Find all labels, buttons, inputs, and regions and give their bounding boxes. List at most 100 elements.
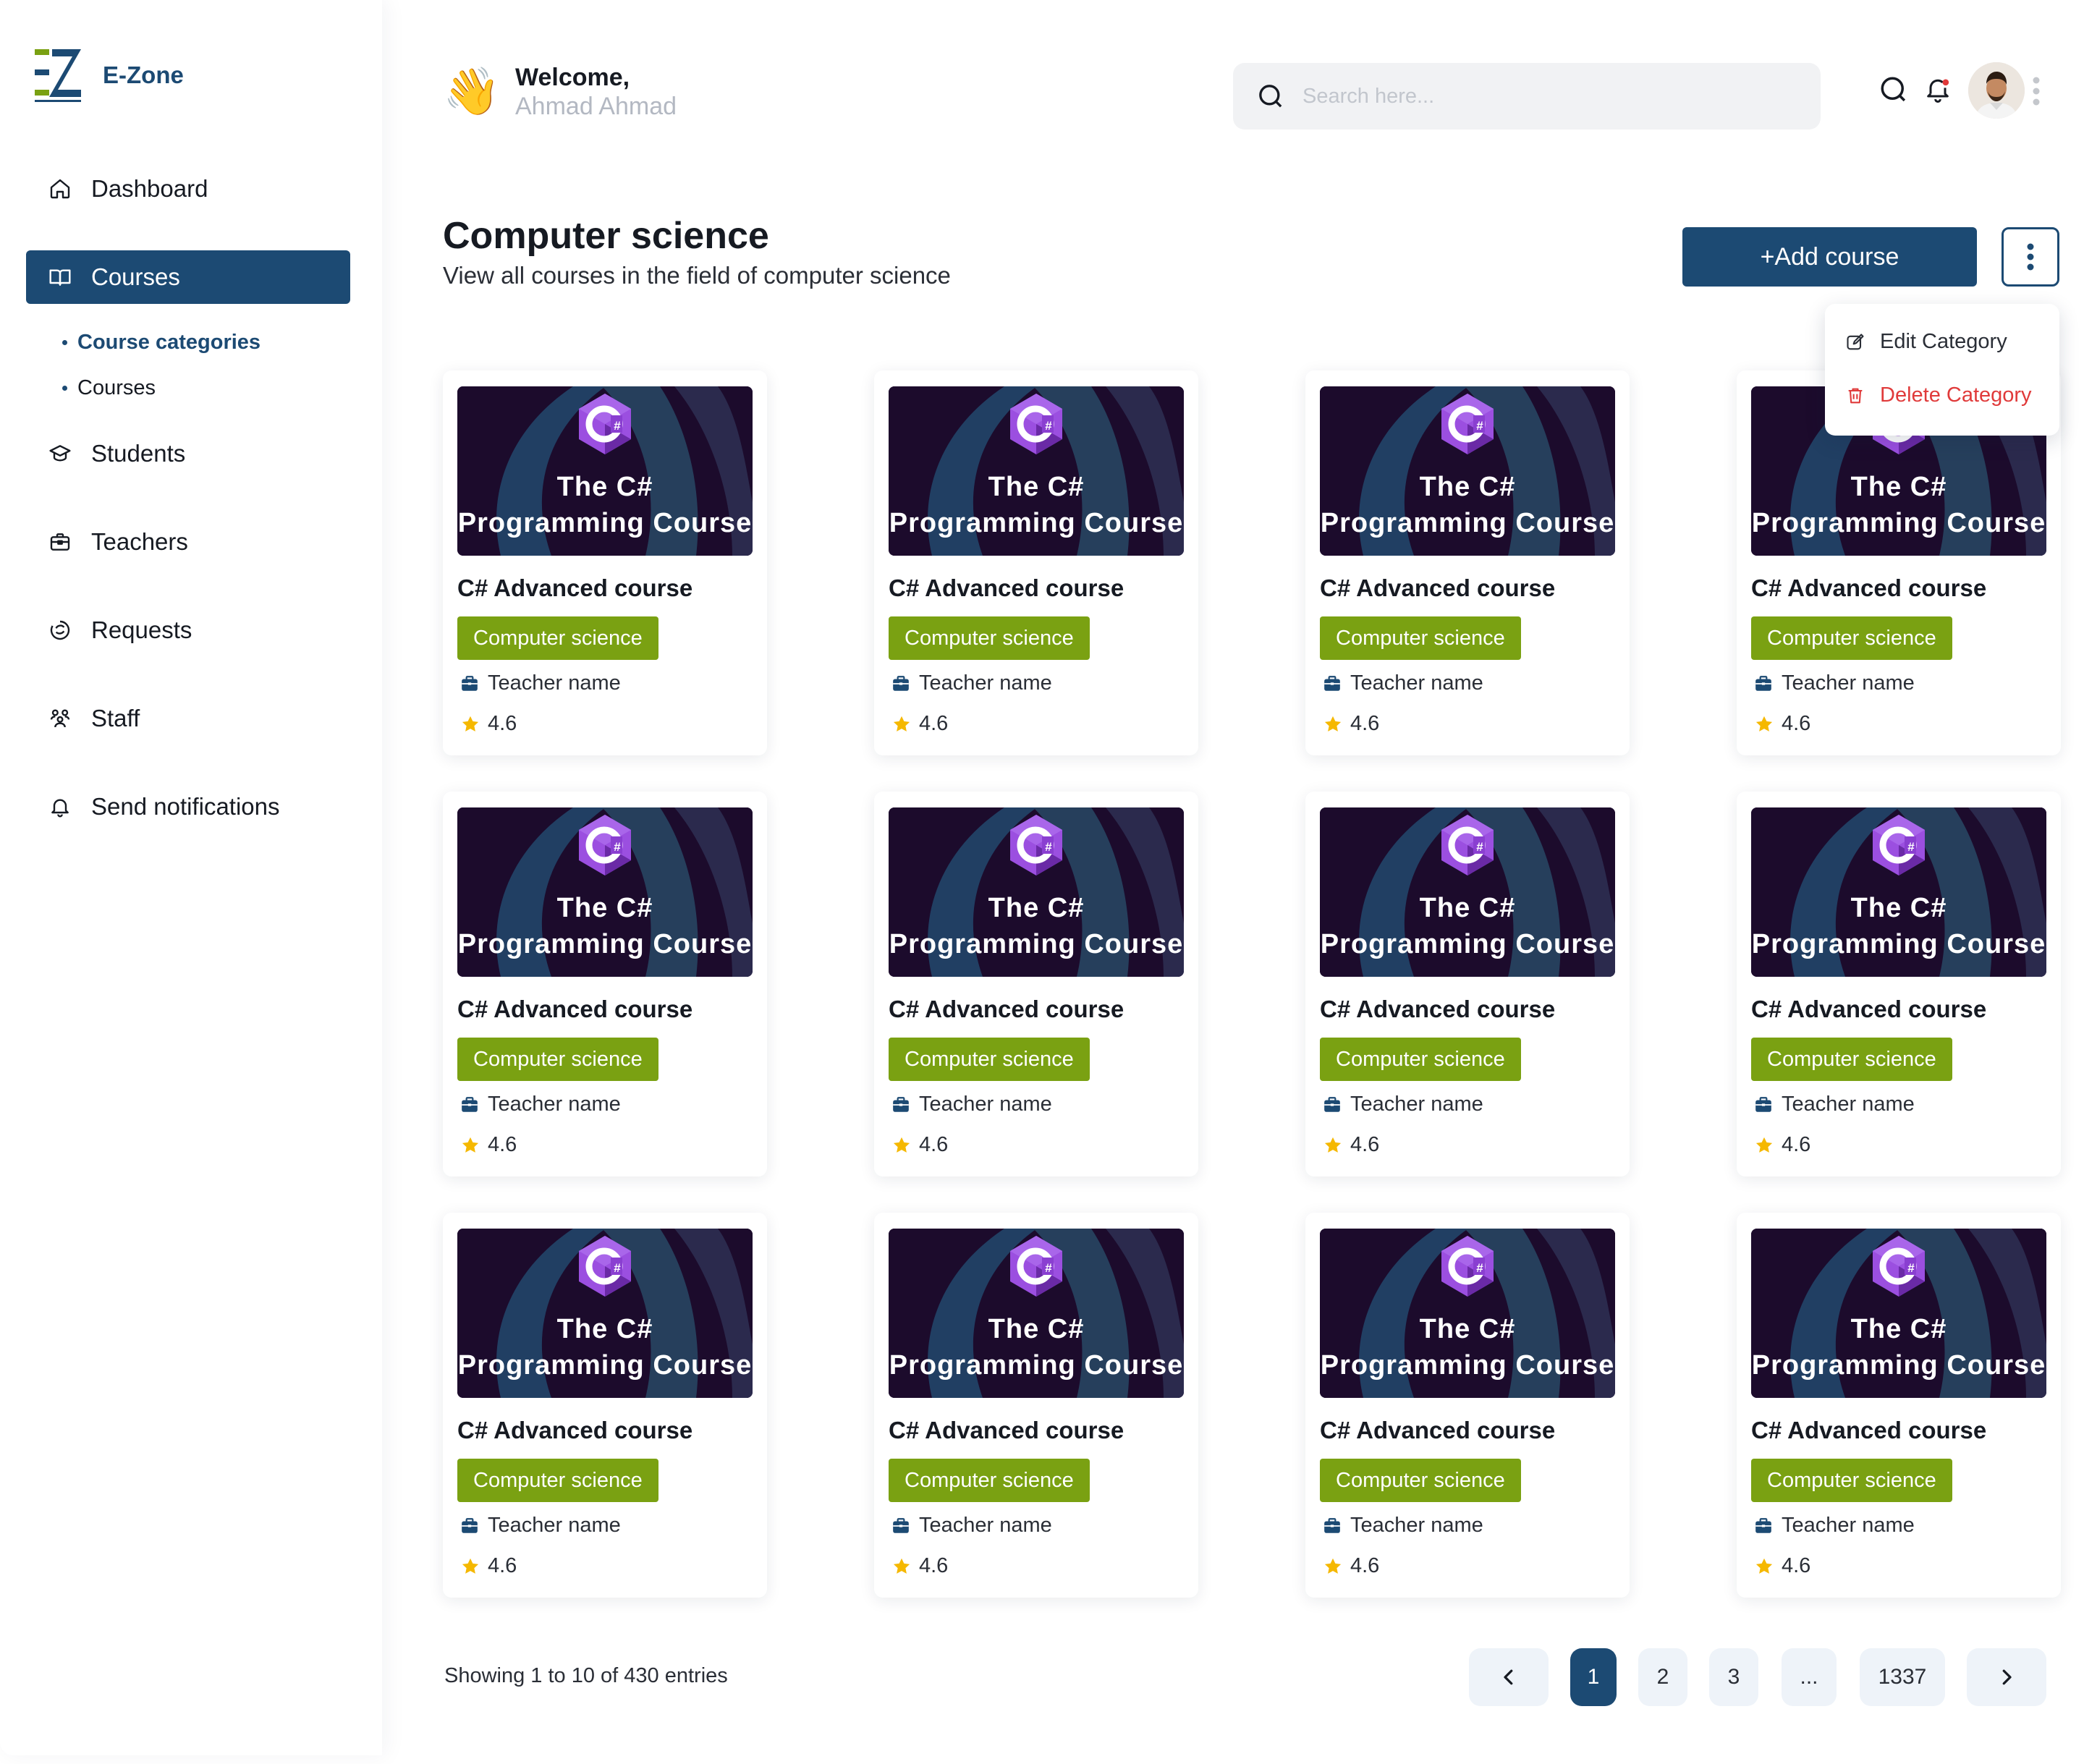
wave-emoji-icon: 👋 [443, 65, 501, 117]
course-title: C# Advanced course [457, 574, 693, 601]
course-card[interactable]: # The C# Programming Course C# Advanced … [874, 1213, 1198, 1598]
course-teacher: Teacher name [460, 671, 621, 695]
course-title: C# Advanced course [889, 996, 1124, 1022]
svg-text:#: # [1907, 840, 1915, 854]
course-thumbnail: # The C# Programming Course [457, 386, 753, 556]
teacher-name: Teacher name [919, 1093, 1052, 1116]
search-icon[interactable] [1878, 75, 1909, 105]
thumbnail-title-line-2: Programming Course [457, 508, 753, 538]
sidebar-subitem-courses[interactable]: Courses [62, 376, 156, 400]
user-name: Ahmad Ahmad [515, 93, 677, 120]
teacher-name: Teacher name [919, 1514, 1052, 1537]
sidebar-item-teachers[interactable]: Teachers [26, 515, 350, 569]
course-card[interactable]: # The C# Programming Course C# Advanced … [1305, 370, 1630, 755]
star-icon [893, 716, 910, 732]
graduation-cap-icon [48, 441, 72, 466]
page-button-3[interactable]: 3 [1709, 1648, 1758, 1706]
star-icon [462, 1137, 479, 1153]
teacher-briefcase-icon [462, 1517, 478, 1533]
kebab-menu-icon [2027, 243, 2034, 271]
page-button-2[interactable]: 2 [1638, 1648, 1687, 1706]
page-button-last[interactable]: 1337 [1860, 1648, 1945, 1706]
teacher-name: Teacher name [1782, 1093, 1915, 1116]
thumbnail-title-line-1: The C# [556, 1314, 653, 1344]
course-card[interactable]: # The C# Programming Course C# Advanced … [1737, 792, 2061, 1176]
course-card[interactable]: # The C# Programming Course C# Advanced … [1305, 1213, 1630, 1598]
svg-text:#: # [1476, 1261, 1483, 1275]
search-input[interactable] [1302, 84, 1795, 109]
sidebar-item-courses[interactable]: Courses [26, 250, 350, 304]
thumbnail-title-line-1: The C# [1419, 1314, 1516, 1344]
sidebar-item-staff[interactable]: Staff [26, 692, 350, 745]
category-badge: Computer science [889, 1459, 1090, 1502]
thumbnail-title-line-1: The C# [1850, 893, 1947, 923]
course-title: C# Advanced course [457, 996, 693, 1022]
course-thumbnail: # The C# Programming Course [1751, 1229, 2046, 1398]
add-course-button[interactable]: +Add course [1682, 227, 1977, 287]
previous-page-button[interactable] [1469, 1648, 1549, 1706]
course-rating: 4.6 [1323, 712, 1379, 736]
teacher-briefcase-icon [1324, 1517, 1340, 1533]
category-badge: Computer science [1751, 1038, 1952, 1081]
sidebar-item-label: Staff [91, 705, 140, 732]
bell-icon [48, 794, 72, 819]
course-title: C# Advanced course [889, 574, 1124, 601]
avatar-image [1968, 62, 2025, 119]
sidebar-item-requests[interactable]: Requests [26, 603, 350, 657]
sidebar-subitem-label: Courses [77, 376, 156, 399]
entries-summary: Showing 1 to 10 of 430 entries [444, 1664, 728, 1687]
sidebar-item-send-notifications[interactable]: Send notifications [26, 780, 350, 834]
course-card[interactable]: # The C# Programming Course C# Advanced … [1737, 1213, 2061, 1598]
course-card[interactable]: # The C# Programming Course C# Advanced … [1305, 792, 1630, 1176]
course-thumbnail: # The C# Programming Course [457, 807, 753, 977]
book-open-icon [48, 265, 72, 289]
svg-text:#: # [614, 419, 621, 433]
brand[interactable]: E-Zone [33, 45, 184, 106]
course-card[interactable]: # The C# Programming Course C# Advanced … [443, 1213, 767, 1598]
sidebar-item-dashboard[interactable]: Dashboard [26, 162, 350, 216]
course-card[interactable]: # The C# Programming Course C# Advanced … [443, 370, 767, 755]
thumbnail-title-line-2: Programming Course [889, 508, 1184, 538]
course-rating: 4.6 [891, 1133, 948, 1157]
thumbnail-title-line-2: Programming Course [1751, 1350, 2046, 1381]
star-icon [1755, 1558, 1773, 1574]
chevron-left-icon [1504, 1669, 1513, 1685]
rating-value: 4.6 [919, 1554, 949, 1577]
notification-bell-icon[interactable] [1923, 74, 1952, 104]
teacher-briefcase-icon [893, 1517, 909, 1533]
rating-value: 4.6 [1350, 1133, 1380, 1156]
search-bar[interactable] [1233, 63, 1821, 130]
course-card[interactable]: # The C# Programming Course C# Advanced … [874, 370, 1198, 755]
bullet-dot [62, 340, 67, 345]
page-ellipsis[interactable]: ... [1782, 1648, 1837, 1706]
thumbnail-title-line-1: The C# [556, 893, 653, 923]
course-card[interactable]: # The C# Programming Course C# Advanced … [874, 792, 1198, 1176]
sidebar-subitem-label: Course categories [77, 331, 261, 354]
category-options-button[interactable] [2002, 227, 2059, 287]
avatar[interactable] [1968, 62, 2025, 119]
course-thumbnail: # The C# Programming Course [1320, 807, 1615, 977]
edit-category-menu-item[interactable]: Edit Category [1845, 330, 2007, 354]
thumbnail-title-line-1: The C# [1850, 1314, 1947, 1344]
course-thumbnail: # The C# Programming Course [1751, 807, 2046, 977]
rating-value: 4.6 [488, 712, 517, 735]
kebab-menu-icon[interactable] [2031, 75, 2041, 107]
delete-category-menu-item[interactable]: Delete Category [1845, 383, 2032, 407]
page-button-1[interactable]: 1 [1570, 1648, 1617, 1706]
next-page-button[interactable] [1967, 1648, 2046, 1706]
course-card[interactable]: # The C# Programming Course C# Advanced … [443, 792, 767, 1176]
briefcase-icon [48, 530, 72, 554]
course-rating: 4.6 [891, 712, 948, 736]
star-icon [1755, 1137, 1773, 1153]
teacher-name: Teacher name [1782, 1514, 1915, 1537]
svg-text:#: # [614, 1261, 621, 1275]
rating-value: 4.6 [919, 712, 949, 735]
sidebar-item-students[interactable]: Students [26, 427, 350, 480]
course-title: C# Advanced course [1751, 574, 1987, 601]
course-rating: 4.6 [1754, 1554, 1810, 1578]
course-rating: 4.6 [460, 1554, 517, 1578]
svg-text:#: # [1476, 840, 1483, 854]
sidebar-subitem-course-categories[interactable]: Course categories [62, 331, 260, 355]
course-rating: 4.6 [460, 1133, 517, 1157]
teacher-name: Teacher name [488, 671, 621, 695]
